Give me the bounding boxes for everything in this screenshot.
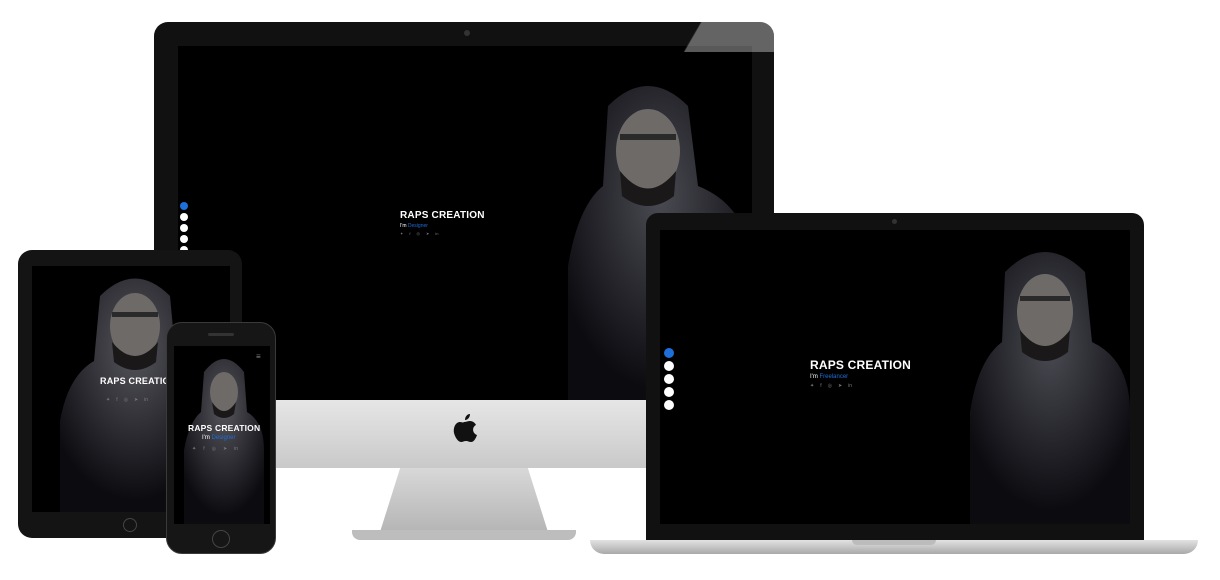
imac-glare [640,22,774,52]
social-links: ✦ f ◎ ➤ in [192,447,260,452]
hero-title: RAPS CREATION [188,423,261,433]
linkedin-icon[interactable]: in [234,447,238,452]
imac-stand-base [352,530,576,540]
instagram-icon[interactable]: ◎ [212,447,216,452]
instagram-icon[interactable]: ◎ [124,398,128,403]
hero-block: RAPS CREATION ✦ f ◎ ➤ in [100,376,176,403]
linkedin-icon[interactable]: in [144,398,148,403]
hero-subtitle: I'm Designer [202,435,260,441]
tablet-home-button [123,518,137,532]
hero-subtitle: I'm Designer [400,223,485,229]
telegram-icon[interactable]: ➤ [223,447,227,452]
imac-camera [464,30,470,36]
linkedin-icon[interactable]: in [435,232,438,236]
telegram-icon[interactable]: ➤ [838,384,842,389]
menu-icon[interactable]: ≡ [256,352,261,361]
hero-block: RAPS CREATION I'm Freelancer ✦ f ◎ ➤ in [810,358,911,389]
facebook-icon[interactable]: f [203,447,204,452]
phone-speaker [208,333,234,336]
twitter-icon[interactable]: ✦ [400,232,403,236]
twitter-icon[interactable]: ✦ [192,447,196,452]
laptop-screen: RAPS CREATION I'm Freelancer ✦ f ◎ ➤ in [660,230,1130,524]
hero-title: RAPS CREATION [400,210,485,221]
hooded-person-image [970,252,1130,524]
nav-dot-home[interactable] [664,348,674,358]
hero-prefix: I'm [202,435,210,441]
hero-prefix: I'm [400,223,407,229]
facebook-icon[interactable]: f [409,232,410,236]
hero-subtitle: I'm Freelancer [810,374,911,380]
nav-dot-about[interactable] [180,213,188,221]
hero-title: RAPS CREATION [810,358,912,372]
telegram-icon[interactable]: ➤ [134,398,138,403]
hero-prefix: I'm [810,374,818,380]
hero-block: RAPS CREATION I'm Designer ✦ f ◎ ➤ in [400,210,485,236]
instagram-icon[interactable]: ◎ [416,232,420,236]
apple-logo-icon [448,412,480,450]
hero-title: RAPS CREATION [100,376,177,386]
phone-home-button [212,530,230,548]
side-nav [664,348,674,410]
facebook-icon[interactable]: f [116,398,117,403]
hero-role: Designer [407,223,428,229]
nav-dot-portfolio[interactable] [180,235,188,243]
nav-dot-resume[interactable] [664,374,674,384]
nav-dot-resume[interactable] [180,224,188,232]
linkedin-icon[interactable]: in [848,384,852,389]
instagram-icon[interactable]: ◎ [828,384,832,389]
hero-block: RAPS CREATION I'm Designer ✦ f ◎ ➤ in [188,423,260,452]
twitter-icon[interactable]: ✦ [106,398,110,403]
nav-dot-portfolio[interactable] [664,387,674,397]
twitter-icon[interactable]: ✦ [810,384,814,389]
side-nav [180,202,188,254]
laptop-notch [852,540,936,545]
social-links: ✦ f ◎ ➤ in [810,384,911,389]
hero-role: Designer [211,435,236,441]
nav-dot-home[interactable] [180,202,188,210]
nav-dot-contact[interactable] [664,400,674,410]
phone-screen: ≡ RAPS CREATION I'm Designer ✦ f ◎ ➤ in [174,346,270,524]
facebook-icon[interactable]: f [820,384,821,389]
social-links: ✦ f ◎ ➤ in [400,232,485,236]
imac-stand [380,468,548,532]
telegram-icon[interactable]: ➤ [426,232,429,236]
laptop-camera [892,219,897,224]
nav-dot-about[interactable] [664,361,674,371]
hero-role: Freelancer [819,374,849,380]
